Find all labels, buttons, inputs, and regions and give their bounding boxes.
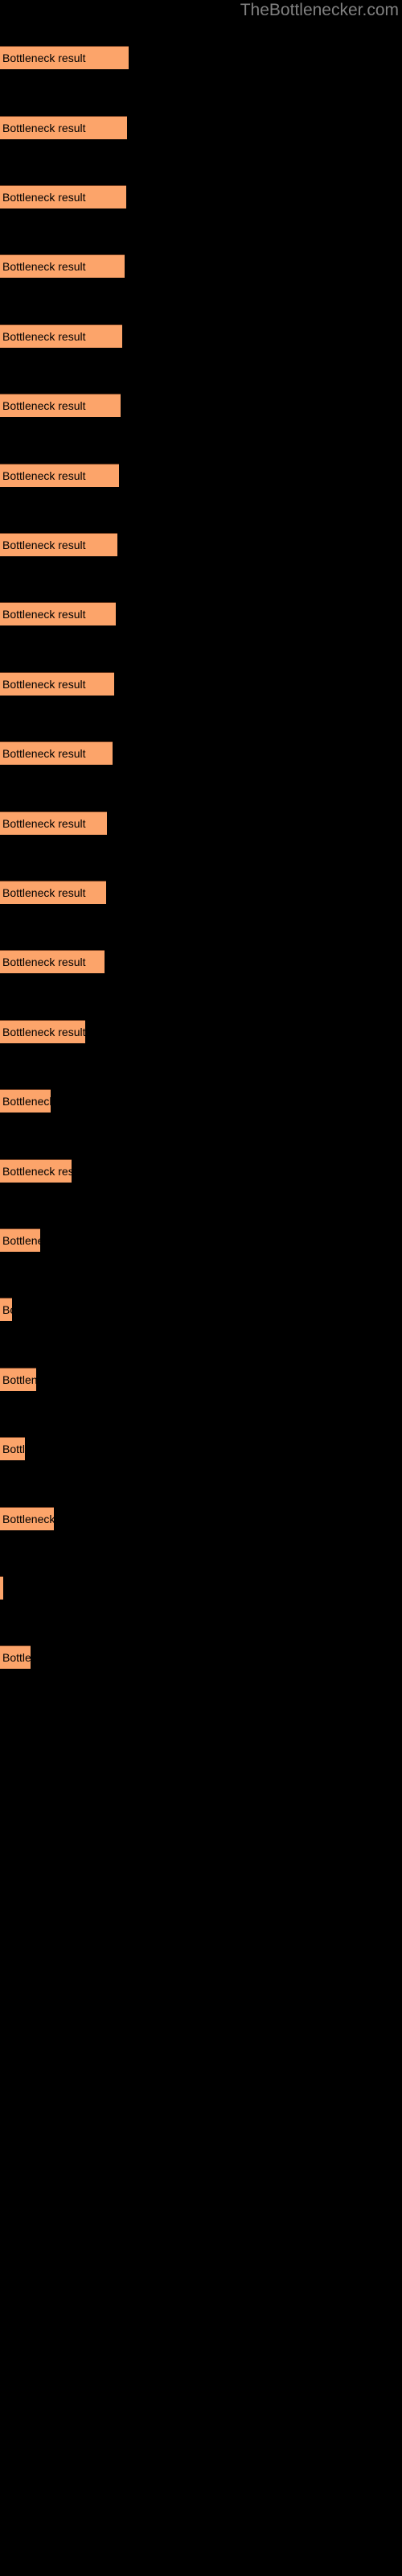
- bar-label: Bottleneck result: [2, 191, 86, 204]
- bottleneck-result-bar[interactable]: Bottleneck result: [0, 46, 129, 69]
- bottleneck-result-bar[interactable]: Bottleneck result: [0, 741, 113, 765]
- bar-label: Bottleneck result: [2, 1373, 36, 1386]
- bar-label: Bottleneck result: [2, 1095, 51, 1108]
- bottleneck-result-bar[interactable]: Bottleneck result: [0, 1368, 36, 1391]
- bar-label: Bottleneck result: [2, 817, 86, 830]
- bottleneck-result-bar[interactable]: Bottleneck result: [0, 1645, 31, 1669]
- bar-label: Bottleneck result: [2, 539, 86, 551]
- bar-label: Bottleneck result: [2, 886, 86, 899]
- bar-label: Bottleneck result: [2, 678, 86, 691]
- bottleneck-result-bar[interactable]: Bottleneck result: [0, 533, 117, 556]
- bar-label: Bottleneck result: [2, 1580, 3, 1596]
- bottleneck-result-bar[interactable]: Bottleneck result: [0, 254, 125, 278]
- bottleneck-result-bar[interactable]: Bottleneck result: [0, 811, 107, 835]
- bottleneck-result-bar[interactable]: Bottleneck result: [0, 1159, 72, 1183]
- bottleneck-result-bar[interactable]: Bottleneck result: [0, 602, 116, 625]
- bar-label: Bottleneck result: [2, 330, 86, 343]
- bar-label: Bottleneck result: [2, 1651, 31, 1664]
- bottleneck-chart: TheBottlenecker.com Bottleneck result Bot…: [0, 0, 402, 2576]
- bar-label: Bottleneck result: [2, 122, 86, 134]
- bottleneck-result-bar[interactable]: Bottleneck result: [0, 1437, 25, 1460]
- bar-label: Bottleneck result: [2, 1443, 25, 1455]
- bottleneck-result-bar[interactable]: Bottleneck result: [0, 881, 106, 904]
- bottleneck-result-bar[interactable]: Bottleneck result: [0, 1089, 51, 1113]
- bottleneck-result-bar[interactable]: Bottleneck result: [0, 1507, 54, 1530]
- bar-label: Bottleneck result: [2, 1303, 12, 1316]
- bottleneck-result-bar[interactable]: Bottleneck result: [0, 950, 105, 973]
- bottleneck-result-bar[interactable]: Bottleneck result: [0, 394, 121, 417]
- bottleneck-result-bar[interactable]: Bottleneck result: [0, 1228, 40, 1252]
- bottleneck-result-bar[interactable]: Bottleneck result: [0, 324, 122, 348]
- bar-label: Bottleneck result: [2, 1165, 72, 1178]
- bar-label: Bottleneck result: [2, 1234, 40, 1247]
- bar-label: Bottleneck result: [2, 1513, 54, 1525]
- bottleneck-result-bar[interactable]: Bottleneck result: [0, 464, 119, 487]
- bottleneck-result-bar[interactable]: Bottleneck result: [0, 672, 114, 696]
- bar-label: Bottleneck result: [2, 608, 86, 621]
- bar-label: Bottleneck result: [2, 260, 86, 273]
- bar-label: Bottleneck result: [2, 399, 86, 412]
- bottleneck-result-bar[interactable]: Bottleneck result: [0, 1298, 12, 1321]
- bar-label: Bottleneck result: [2, 469, 86, 482]
- bar-label: Bottleneck result: [2, 747, 86, 760]
- bar-label: Bottleneck result: [2, 1026, 85, 1038]
- bottleneck-result-bar[interactable]: Bottleneck result: [0, 1020, 85, 1043]
- bar-label: Bottleneck result: [2, 52, 86, 64]
- bottleneck-result-bar[interactable]: Bottleneck result: [0, 1576, 3, 1600]
- bars-layer: Bottleneck result Bottleneck result Bottle…: [0, 0, 402, 2576]
- bottleneck-result-bar[interactable]: Bottleneck result: [0, 185, 126, 208]
- bottleneck-result-bar[interactable]: Bottleneck result: [0, 116, 127, 139]
- bar-label: Bottleneck result: [2, 956, 86, 968]
